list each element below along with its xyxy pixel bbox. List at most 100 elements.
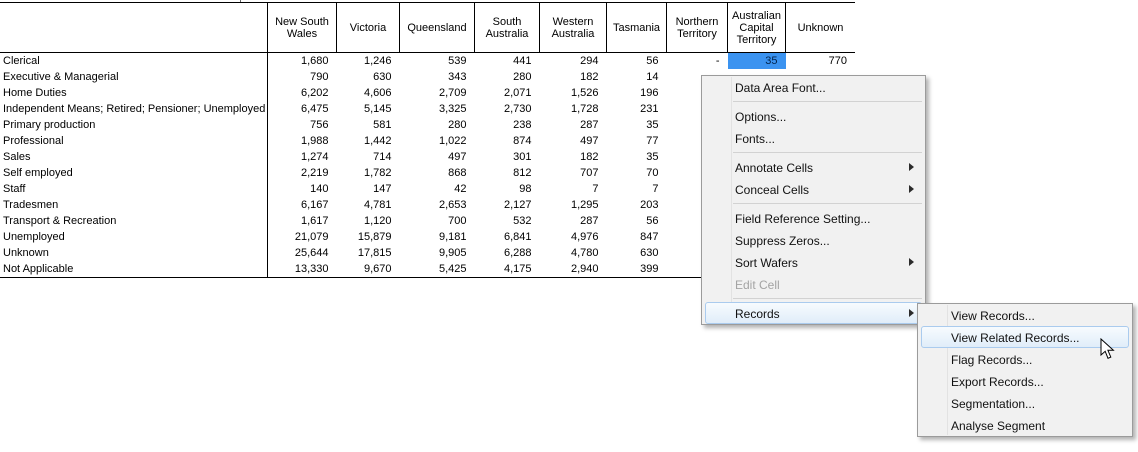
table-cell[interactable]: 2,653 <box>400 197 475 213</box>
column-header-western-australia[interactable]: Western Australia <box>540 3 607 53</box>
table-cell[interactable]: 196 <box>607 85 667 101</box>
menu-item-annotate-cells[interactable]: Annotate Cells <box>705 156 922 178</box>
table-cell[interactable]: 1,680 <box>268 53 337 70</box>
row-label[interactable]: Self employed <box>0 165 268 181</box>
table-cell[interactable]: 5,145 <box>337 101 400 117</box>
table-cell[interactable]: 287 <box>540 117 607 133</box>
table-cell[interactable]: 4,606 <box>337 85 400 101</box>
table-cell[interactable]: 14 <box>607 69 667 85</box>
row-label[interactable]: Executive & Managerial <box>0 69 268 85</box>
table-cell[interactable]: 5,425 <box>400 261 475 278</box>
table-cell[interactable]: 4,976 <box>540 229 607 245</box>
table-cell[interactable]: 294 <box>540 53 607 70</box>
menu-item-analyse-segment[interactable]: Analyse Segment <box>921 414 1129 436</box>
table-cell[interactable]: 4,781 <box>337 197 400 213</box>
table-cell[interactable]: 1,295 <box>540 197 607 213</box>
table-cell[interactable]: 280 <box>475 69 540 85</box>
menu-item-conceal-cells[interactable]: Conceal Cells <box>705 178 922 200</box>
table-cell[interactable]: 532 <box>475 213 540 229</box>
table-cell[interactable]: 539 <box>400 53 475 70</box>
table-cell[interactable]: 203 <box>607 197 667 213</box>
table-cell[interactable]: 6,475 <box>268 101 337 117</box>
table-cell[interactable]: 1,274 <box>268 149 337 165</box>
menu-item-view-records[interactable]: View Records... <box>921 304 1129 326</box>
table-cell[interactable]: 343 <box>400 69 475 85</box>
table-cell[interactable]: 1,988 <box>268 133 337 149</box>
table-cell[interactable]: 868 <box>400 165 475 181</box>
table-cell[interactable]: 6,202 <box>268 85 337 101</box>
table-cell[interactable]: 6,288 <box>475 245 540 261</box>
table-cell[interactable]: 707 <box>540 165 607 181</box>
table-cell[interactable]: 2,071 <box>475 85 540 101</box>
table-cell[interactable]: 238 <box>475 117 540 133</box>
row-label[interactable]: Primary production <box>0 117 268 133</box>
table-cell[interactable]: 231 <box>607 101 667 117</box>
table-cell[interactable]: 630 <box>337 69 400 85</box>
table-cell[interactable]: 182 <box>540 69 607 85</box>
row-label[interactable]: Not Applicable <box>0 261 268 278</box>
table-cell[interactable]: - <box>667 53 728 70</box>
table-cell[interactable]: 812 <box>475 165 540 181</box>
row-label[interactable]: Transport & Recreation <box>0 213 268 229</box>
table-cell[interactable]: 2,127 <box>475 197 540 213</box>
table-cell[interactable]: 497 <box>540 133 607 149</box>
menu-item-export-records[interactable]: Export Records... <box>921 370 1129 392</box>
row-label[interactable]: Staff <box>0 181 268 197</box>
table-cell[interactable]: 1,246 <box>337 53 400 70</box>
table-cell[interactable]: 13,330 <box>268 261 337 278</box>
table-cell[interactable]: 1,782 <box>337 165 400 181</box>
table-cell[interactable]: 182 <box>540 149 607 165</box>
table-cell[interactable]: 280 <box>400 117 475 133</box>
table-cell[interactable]: 441 <box>475 53 540 70</box>
table-cell[interactable]: 35 <box>607 149 667 165</box>
menu-item-suppress-zeros[interactable]: Suppress Zeros... <box>705 229 922 251</box>
row-label[interactable]: Home Duties <box>0 85 268 101</box>
selected-cell[interactable]: 35 <box>728 53 786 70</box>
table-cell[interactable]: 140 <box>268 181 337 197</box>
table-cell[interactable]: 1,022 <box>400 133 475 149</box>
column-header-australian-capital-territory[interactable]: Australian Capital Territory <box>728 3 786 53</box>
table-cell[interactable]: 4,175 <box>475 261 540 278</box>
column-header-queensland[interactable]: Queensland <box>400 3 475 53</box>
row-label[interactable]: Professional <box>0 133 268 149</box>
column-header-northern-territory[interactable]: Northern Territory <box>667 3 728 53</box>
table-cell[interactable]: 1,442 <box>337 133 400 149</box>
row-label[interactable]: Independent Means; Retired; Pensioner; U… <box>0 101 268 117</box>
table-cell[interactable]: 756 <box>268 117 337 133</box>
column-header-new-south-wales[interactable]: New South Wales <box>268 3 337 53</box>
row-label[interactable]: Unknown <box>0 245 268 261</box>
table-cell[interactable]: 770 <box>786 53 856 70</box>
row-label[interactable]: Unemployed <box>0 229 268 245</box>
column-header-victoria[interactable]: Victoria <box>337 3 400 53</box>
table-cell[interactable]: 2,940 <box>540 261 607 278</box>
table-cell[interactable]: 42 <box>400 181 475 197</box>
table-cell[interactable]: 7 <box>607 181 667 197</box>
table-cell[interactable]: 1,617 <box>268 213 337 229</box>
table-cell[interactable]: 147 <box>337 181 400 197</box>
row-label[interactable]: Tradesmen <box>0 197 268 213</box>
table-cell[interactable]: 56 <box>607 53 667 70</box>
menu-item-records[interactable]: Records <box>705 302 922 324</box>
column-header-south-australia[interactable]: South Australia <box>475 3 540 53</box>
table-cell[interactable]: 399 <box>607 261 667 278</box>
table-cell[interactable]: 3,325 <box>400 101 475 117</box>
table-cell[interactable]: 1,526 <box>540 85 607 101</box>
row-label[interactable]: Sales <box>0 149 268 165</box>
table-cell[interactable]: 2,219 <box>268 165 337 181</box>
table-cell[interactable]: 35 <box>607 117 667 133</box>
table-cell[interactable]: 15,879 <box>337 229 400 245</box>
table-cell[interactable]: 790 <box>268 69 337 85</box>
table-cell[interactable]: 847 <box>607 229 667 245</box>
table-cell[interactable]: 874 <box>475 133 540 149</box>
table-cell[interactable]: 17,815 <box>337 245 400 261</box>
table-cell[interactable]: 1,728 <box>540 101 607 117</box>
table-cell[interactable]: 287 <box>540 213 607 229</box>
table-cell[interactable]: 56 <box>607 213 667 229</box>
menu-item-view-related-records[interactable]: View Related Records... <box>921 326 1129 348</box>
table-cell[interactable]: 714 <box>337 149 400 165</box>
column-header-unknown[interactable]: Unknown <box>786 3 856 53</box>
table-cell[interactable]: 98 <box>475 181 540 197</box>
menu-item-options[interactable]: Options... <box>705 105 922 127</box>
table-cell[interactable]: 25,644 <box>268 245 337 261</box>
table-cell[interactable]: 9,181 <box>400 229 475 245</box>
